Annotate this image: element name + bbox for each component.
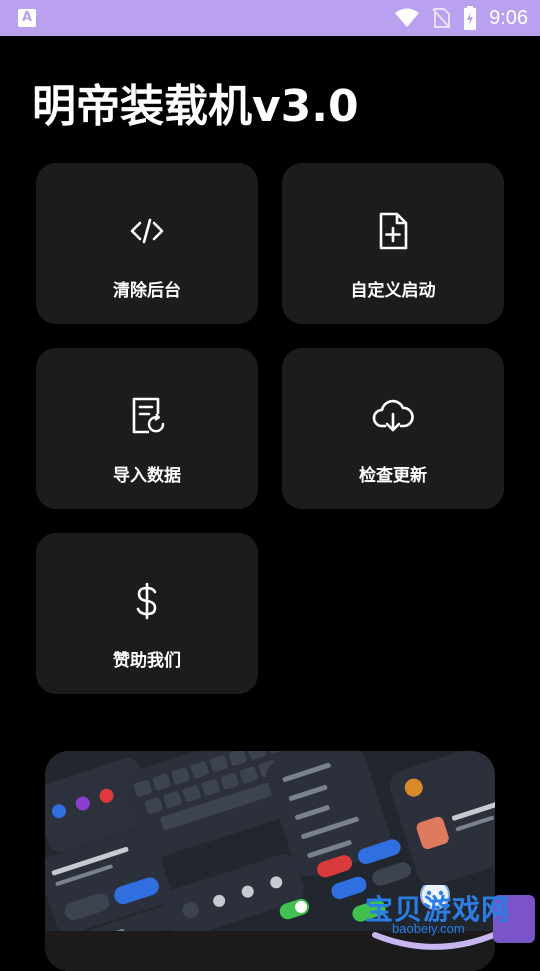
import-data-button[interactable]: 导入数据	[36, 348, 258, 509]
dollar-icon	[136, 582, 157, 620]
file-plus-icon	[379, 212, 408, 250]
card-label: 检查更新	[359, 466, 427, 486]
card-label: 导入数据	[113, 466, 181, 486]
card-label: 清除后台	[113, 281, 181, 301]
card-label: 赞助我们	[113, 651, 181, 671]
cloud-download-icon	[372, 399, 414, 432]
wifi-icon	[395, 8, 420, 27]
check-update-button[interactable]: 检查更新	[282, 348, 504, 509]
app-notification-icon: A	[18, 9, 36, 27]
document-refresh-icon	[132, 397, 165, 434]
card-label: 自定义启动	[350, 281, 436, 301]
sponsor-us-button[interactable]: 赞助我们	[36, 533, 258, 694]
battery-charging-icon	[464, 6, 477, 30]
app-title: 明帝装载机v3.0	[32, 81, 359, 132]
custom-launch-button[interactable]: 自定义启动	[282, 163, 504, 324]
status-time: 9:06	[489, 6, 528, 29]
code-icon	[130, 218, 164, 244]
watermark-url: baobeiy.com	[392, 921, 465, 936]
status-bar: A 9:06	[0, 0, 540, 36]
clear-background-button[interactable]: 清除后台	[36, 163, 258, 324]
no-sim-icon	[432, 8, 451, 29]
